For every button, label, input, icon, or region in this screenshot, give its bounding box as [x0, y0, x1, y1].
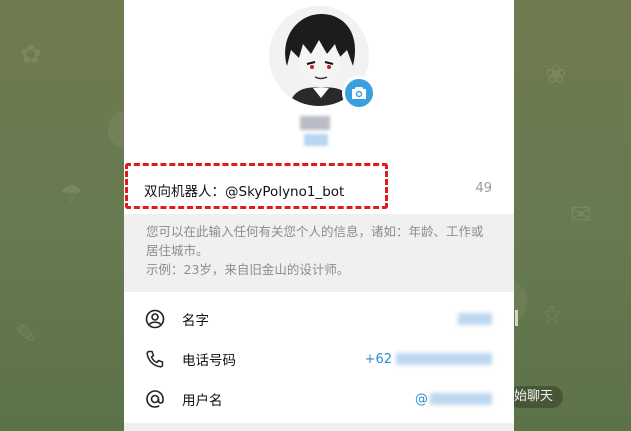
- bio-char-count: 49: [475, 181, 492, 196]
- wallpaper-doodle: ✿: [20, 40, 42, 70]
- info-value-phone: +62: [365, 352, 492, 367]
- bio-hint-example: 示例：23岁，来自旧金山的设计师。: [146, 262, 350, 277]
- info-row-phone[interactable]: 电话号码 +62: [124, 339, 514, 379]
- wallpaper-doodle: ✉: [570, 200, 592, 230]
- wallpaper-doodle: ☂: [60, 180, 84, 210]
- avatar-container: [269, 6, 376, 110]
- info-row-name[interactable]: 名字: [124, 299, 514, 339]
- info-value-name: [458, 312, 492, 327]
- scrollbar-thumb[interactable]: [515, 310, 518, 326]
- bio-field[interactable]: 双向机器人：@SkyPolyno1_bot 49: [124, 160, 514, 214]
- info-label-username: 用户名: [182, 393, 223, 409]
- start-chat-label: 始聊天: [514, 389, 554, 404]
- profile-name-obscured: [294, 112, 336, 150]
- camera-icon: [352, 87, 366, 99]
- person-icon: [144, 308, 166, 330]
- info-label-name: 名字: [182, 313, 209, 329]
- bio-hint-line: 您可以在此输入任何有关您个人的信息，诸如：年龄、工作或居住城市。: [146, 224, 484, 258]
- info-row-username[interactable]: 用户名 @: [124, 379, 514, 419]
- wallpaper-doodle: ✎: [15, 320, 37, 350]
- edit-profile-panel: 双向机器人：@SkyPolyno1_bot 49 您可以在此输入任何有关您个人的…: [124, 0, 514, 431]
- bio-hint: 您可以在此输入任何有关您个人的信息，诸如：年龄、工作或居住城市。 示例：23岁，…: [124, 214, 514, 292]
- info-value-username: @: [415, 392, 492, 407]
- wallpaper-doodle: ❀: [545, 60, 567, 90]
- bio-text: 双向机器人：@SkyPolyno1_bot: [144, 184, 345, 200]
- section-divider: [124, 423, 514, 431]
- at-icon: [144, 388, 166, 410]
- info-label-phone: 电话号码: [182, 353, 236, 369]
- start-chat-button[interactable]: 始聊天: [508, 386, 564, 408]
- phone-icon: [144, 348, 166, 370]
- wallpaper-doodle: ☆: [540, 300, 564, 330]
- change-photo-button[interactable]: [342, 76, 376, 110]
